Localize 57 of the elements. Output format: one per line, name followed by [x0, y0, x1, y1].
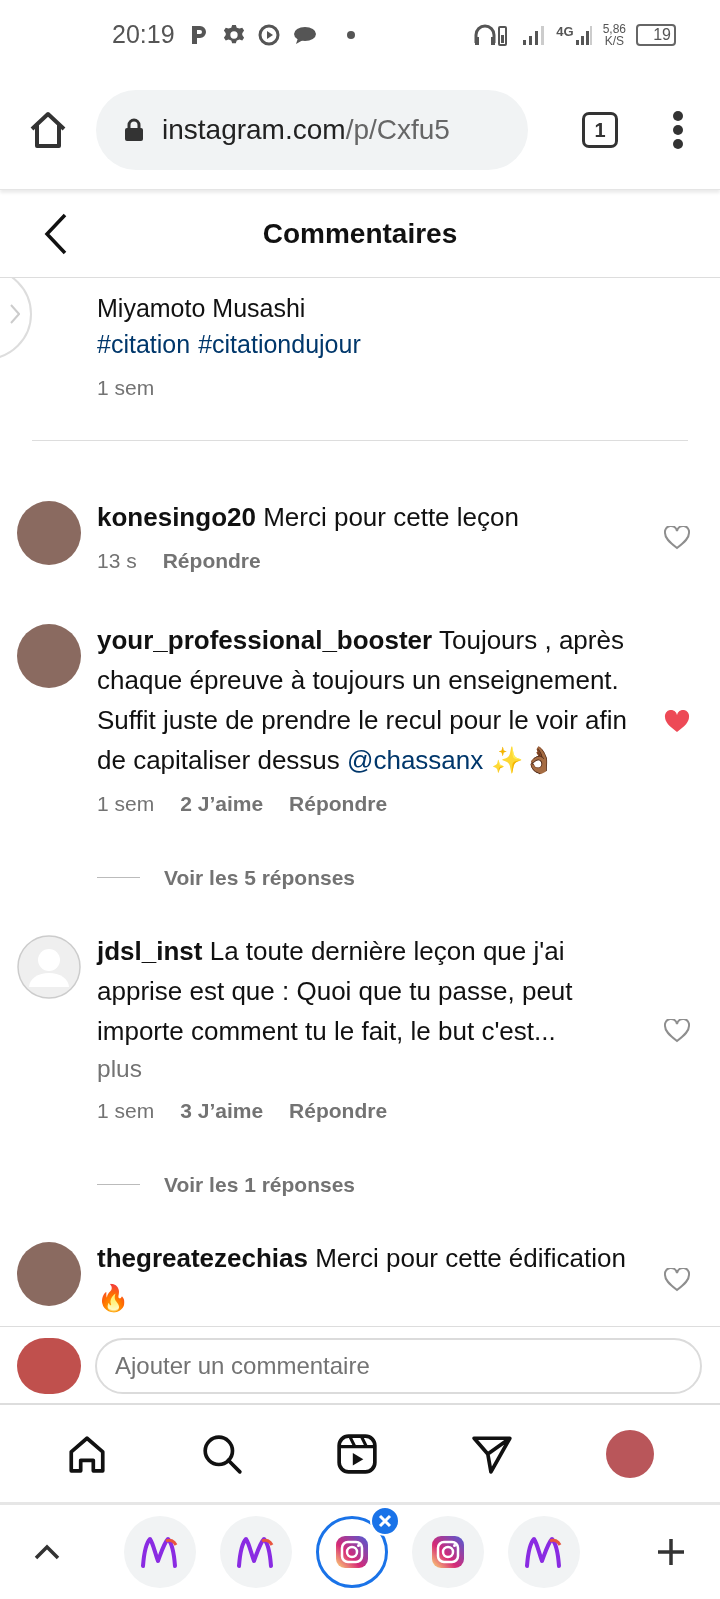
page-title: Commentaires	[262, 216, 458, 251]
heart-outline-icon[interactable]	[664, 1268, 690, 1292]
heart-outline-icon[interactable]	[664, 526, 690, 551]
settings-icon	[222, 24, 245, 46]
letter-m-logo-icon	[524, 1535, 564, 1569]
comment-text: your_professional_booster Toujours , après chaque épreuve à toujours un enseignement. Suffit juste de prendre le recul pour le voir afin de capitaliser dessus @chassanx ✨👌🏾	[97, 624, 628, 777]
mention-link[interactable]: @chassanx	[347, 745, 484, 775]
play-circle-icon	[256, 23, 281, 47]
letter-m-logo-icon	[140, 1535, 180, 1569]
reply-link[interactable]: Répondre	[162, 544, 261, 576]
heart-outline-icon[interactable]	[664, 1018, 690, 1043]
comment-time: 13 s	[97, 547, 137, 574]
reels-icon[interactable]	[336, 1432, 378, 1475]
likes-count[interactable]: 2 J’aime	[180, 788, 264, 820]
speed-unit: K/S	[604, 35, 624, 47]
hashtag-link[interactable]: #citation	[97, 326, 191, 362]
address-bar[interactable]: instagram.com/p/Cxfu5	[96, 89, 528, 170]
comment-time: 1 sem	[97, 791, 155, 817]
comment-text: konesingo20 Merci pour cette leçon	[97, 500, 520, 534]
reply-link[interactable]: Répondre	[289, 788, 388, 820]
clock-time: 20:19	[112, 19, 175, 51]
comment-time: 1 sem	[97, 1098, 155, 1124]
signal-icon	[522, 24, 547, 46]
heart-filled-icon[interactable]	[664, 709, 690, 734]
view-replies-link[interactable]: Voir les 5 réponses	[164, 861, 356, 893]
notification-dot-icon	[346, 31, 355, 39]
chat-bubble-icon	[292, 25, 317, 45]
comment-text: jdsl_inst La toute dernière leçon que j'ai apprise est que : Quoi que tu passe, peut importe comment tu le fait, le but c'est...	[97, 935, 574, 1048]
chevron-right-icon	[10, 304, 20, 324]
caption-author: Miyamoto Musashi	[97, 293, 307, 324]
view-replies-link[interactable]: Voir les 1 réponses	[164, 1168, 356, 1200]
likes-count[interactable]: 3 J’aime	[180, 1095, 264, 1127]
battery-indicator: 19	[636, 24, 676, 46]
avatar-placeholder-icon	[17, 935, 81, 999]
chevron-up-icon[interactable]	[34, 1544, 60, 1560]
back-icon[interactable]	[44, 212, 68, 255]
comment-input-field[interactable]: Ajouter un commentaire	[95, 1337, 702, 1394]
more-menu-icon[interactable]	[672, 109, 684, 150]
signal-icon	[574, 24, 593, 46]
lock-icon	[124, 117, 144, 142]
comment-text: thegreatezechias Merci pour cette édification 🔥	[97, 1242, 627, 1315]
url-text: instagram.com/p/Cxfu5	[162, 112, 450, 147]
home-icon[interactable]	[28, 109, 68, 150]
add-tab-icon[interactable]	[656, 1537, 686, 1567]
instagram-logo-icon	[431, 1535, 465, 1569]
post-time: 1 sem	[97, 375, 156, 401]
more-link[interactable]: plus	[97, 1051, 644, 1087]
headset-battery-icon	[474, 23, 509, 47]
network-speed: 5,86	[602, 23, 626, 35]
tab-count-button[interactable]: 1	[582, 111, 618, 148]
close-icon[interactable]	[370, 1506, 400, 1536]
network-type: 4G	[556, 25, 574, 38]
letter-m-logo-icon	[236, 1535, 276, 1569]
reply-link[interactable]: Répondre	[289, 1095, 388, 1127]
hashtag-link[interactable]: #citationdujour	[198, 326, 361, 362]
instagram-logo-icon	[335, 1535, 369, 1569]
search-icon[interactable]	[201, 1432, 244, 1475]
